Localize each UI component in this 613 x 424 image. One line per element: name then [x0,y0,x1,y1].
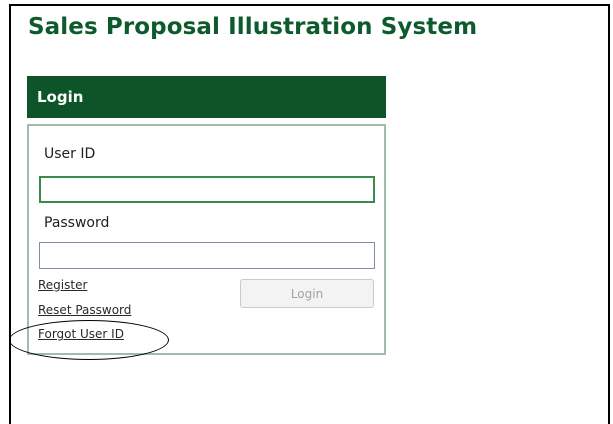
user-id-input[interactable] [39,176,375,203]
register-link[interactable]: Register [38,278,87,292]
user-id-label: User ID [44,146,96,162]
login-header: Login [27,76,386,118]
reset-password-link[interactable]: Reset Password [38,303,131,317]
forgot-user-id-link[interactable]: Forgot User ID [38,327,124,341]
login-panel: User ID Password Register Reset Password… [27,124,386,355]
login-button[interactable]: Login [240,279,374,308]
password-label: Password [44,215,110,231]
app-title: Sales Proposal Illustration System [28,14,478,40]
password-input[interactable] [39,242,375,269]
